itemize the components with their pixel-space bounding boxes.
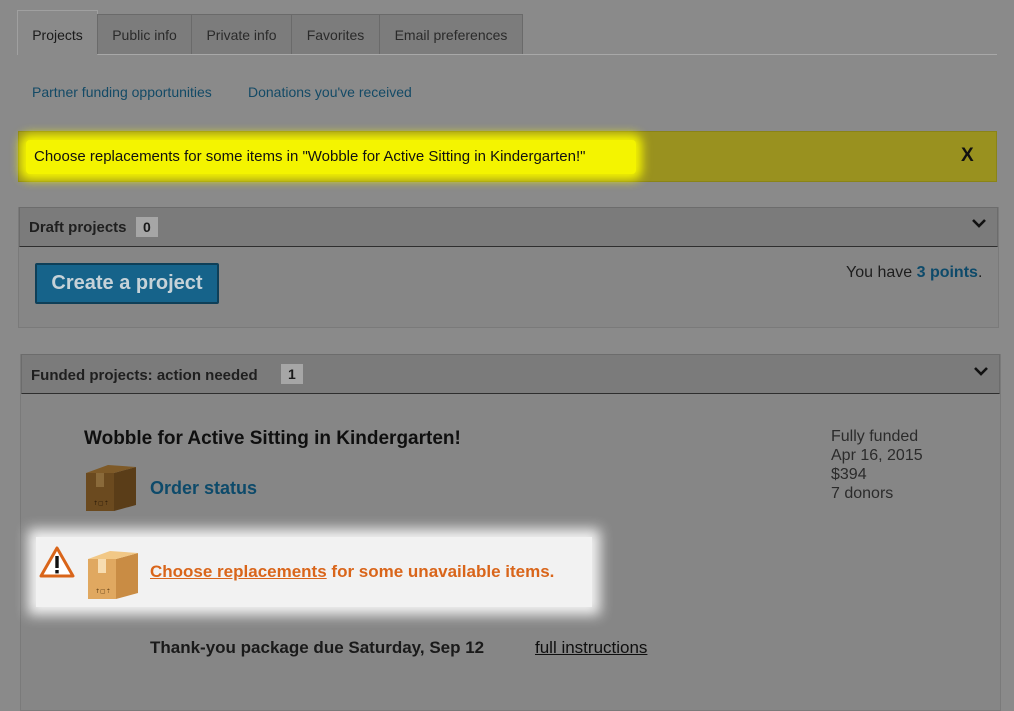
funded-amount: $394 xyxy=(831,466,867,483)
tab-projects[interactable]: Projects xyxy=(17,10,98,55)
alert-message: Choose replacements for some items in "W… xyxy=(34,148,586,165)
funded-status: Fully funded xyxy=(831,428,919,445)
project-meta: Fully funded Apr 16, 2015 $394 7 donors xyxy=(831,427,923,503)
svg-text:↑▢⇡: ↑▢⇡ xyxy=(95,588,111,595)
draft-count-badge: 0 xyxy=(136,217,158,237)
funded-count-badge: 1 xyxy=(281,364,303,384)
svg-text:↑▢⇡: ↑▢⇡ xyxy=(93,500,109,507)
donations-received-link[interactable]: Donations you've received xyxy=(248,84,412,100)
tab-public-info[interactable]: Public info xyxy=(97,14,192,54)
box-icon: ↑▢⇡ xyxy=(86,547,140,606)
funded-date: Apr 16, 2015 xyxy=(831,447,923,464)
tab-private-info[interactable]: Private info xyxy=(191,14,292,54)
project-title[interactable]: Wobble for Active Sitting in Kindergarte… xyxy=(84,428,461,450)
partner-funding-link[interactable]: Partner funding opportunities xyxy=(32,84,212,100)
full-instructions-link[interactable]: full instructions xyxy=(535,638,647,658)
create-project-button[interactable]: Create a project xyxy=(35,263,219,304)
points-summary: You have 3 points. xyxy=(846,264,982,282)
replacement-message: Choose replacements for some unavailable… xyxy=(150,562,554,582)
warning-icon xyxy=(39,545,75,584)
points-prefix: You have xyxy=(846,264,917,281)
tab-favorites[interactable]: Favorites xyxy=(291,14,380,54)
choose-replacements-link[interactable]: Choose replacements xyxy=(150,562,327,581)
funded-projects-title: Funded projects: action needed xyxy=(31,367,258,384)
points-link[interactable]: 3 points xyxy=(917,264,978,281)
thank-you-due-text: Thank-you package due Saturday, Sep 12 xyxy=(150,638,485,657)
chevron-down-icon[interactable] xyxy=(973,365,989,380)
chevron-down-icon[interactable] xyxy=(971,217,987,232)
box-icon: ↑▢⇡ xyxy=(84,461,138,518)
donor-count: 7 donors xyxy=(831,485,894,502)
replacement-rest-text: for some unavailable items. xyxy=(326,562,555,581)
close-icon[interactable]: X xyxy=(961,145,974,167)
draft-projects-title: Draft projects xyxy=(29,219,127,236)
order-status-link[interactable]: Order status xyxy=(150,478,257,499)
points-suffix: . xyxy=(977,264,983,281)
funded-projects-header[interactable]: Funded projects: action needed 1 xyxy=(21,354,1000,394)
tab-email-preferences[interactable]: Email preferences xyxy=(379,14,523,54)
draft-projects-header[interactable]: Draft projects 0 xyxy=(19,207,998,247)
